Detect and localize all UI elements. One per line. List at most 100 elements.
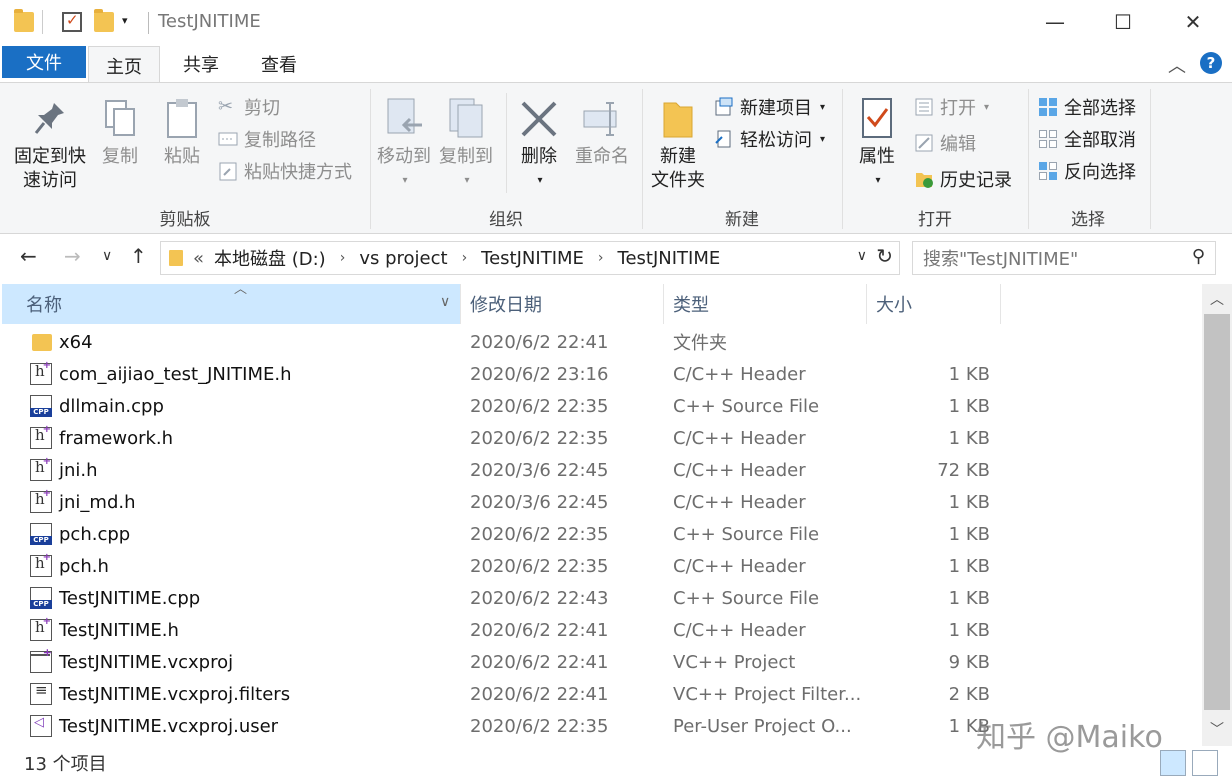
pin-to-quick-access-button[interactable]: 固定到快 速访问 <box>10 97 90 193</box>
select-none-icon <box>1038 129 1058 149</box>
copy-to-chevron-down-icon: ▾ <box>464 175 470 186</box>
paste-button[interactable]: 粘贴 <box>158 97 206 169</box>
breadcrumb-drive[interactable]: 本地磁盘 (D:) <box>214 245 326 271</box>
new-item-icon <box>714 97 734 117</box>
file-row[interactable]: x64 2020/6/2 22:41 文件夹 <box>0 326 1202 358</box>
breadcrumb-vs-project[interactable]: vs project <box>359 248 447 269</box>
file-row[interactable]: com_aijiao_test_JNITIME.h 2020/6/2 23:16 C… <box>0 358 1202 390</box>
copy-label: 复制 <box>102 146 138 167</box>
cut-button[interactable]: ✂ 剪切 <box>218 93 280 121</box>
breadcrumb-testjnitime-current[interactable]: TestJNITIME <box>618 248 721 269</box>
column-header-type[interactable]: 类型 <box>663 284 866 324</box>
invert-selection-icon <box>1038 161 1058 181</box>
search-input[interactable]: 搜索"TestJNITIME" ⚲ <box>912 241 1216 275</box>
easy-access-button[interactable]: 轻松访问 ▾ <box>714 125 825 153</box>
tab-home[interactable]: 主页 <box>88 46 160 84</box>
scroll-up-chevron-icon[interactable]: ︿ <box>1202 284 1232 314</box>
properties-chevron-down-icon: ▾ <box>875 175 881 186</box>
maximize-button[interactable]: ☐ <box>1088 0 1158 44</box>
collapse-ribbon-chevron-up-icon[interactable]: ︿ <box>1168 52 1186 78</box>
file-name: dllmain.cpp <box>59 395 164 417</box>
properties-quick-icon[interactable] <box>62 11 82 32</box>
refresh-icon[interactable]: ↻ <box>876 244 893 268</box>
copy-button[interactable]: 复制 <box>96 97 144 169</box>
file-type: VC++ Project <box>673 651 796 673</box>
file-row[interactable]: framework.h 2020/6/2 22:35 C/C++ Header 1 K… <box>0 422 1202 454</box>
file-name: TestJNITIME.cpp <box>59 587 201 609</box>
scroll-down-chevron-icon[interactable]: ﹀ <box>1202 714 1232 744</box>
file-row[interactable]: pch.cpp 2020/6/2 22:35 C++ Source File 1 KB <box>0 518 1202 550</box>
easy-access-icon <box>714 129 734 149</box>
rename-button[interactable]: 重命名 <box>572 97 632 169</box>
open-button[interactable]: 打开 ▾ <box>914 93 989 121</box>
breadcrumb-separator-icon[interactable]: › <box>462 250 468 266</box>
select-all-button[interactable]: 全部选择 <box>1038 93 1136 121</box>
back-arrow-icon[interactable]: ← <box>20 244 37 268</box>
new-folder-label-line1: 新建 <box>660 146 696 167</box>
file-date: 2020/6/2 23:16 <box>470 363 609 385</box>
column-header-name[interactable]: 名称 ︿ ∨ <box>2 282 460 324</box>
new-folder-button[interactable]: 新建 文件夹 <box>648 97 708 193</box>
address-bar[interactable]: « 本地磁盘 (D:) › vs project › TestJNITIME ›… <box>160 241 900 275</box>
tab-file[interactable]: 文件 <box>2 46 86 78</box>
edit-button[interactable]: 编辑 <box>914 129 976 157</box>
file-row[interactable]: jni.h 2020/3/6 22:45 C/C++ Header 72 KB <box>0 454 1202 486</box>
file-row[interactable]: pch.h 2020/6/2 22:35 C/C++ Header 1 KB <box>0 550 1202 582</box>
up-arrow-icon[interactable]: ↑ <box>130 244 147 268</box>
move-to-button[interactable]: 移动到 ▾ <box>374 97 434 193</box>
file-name: framework.h <box>59 427 174 449</box>
delete-button[interactable]: 删除 ▾ <box>514 97 564 193</box>
large-icons-view-icon[interactable] <box>1192 750 1218 776</box>
breadcrumb-testjnitime-parent[interactable]: TestJNITIME <box>481 248 584 269</box>
invert-selection-label: 反向选择 <box>1064 162 1136 183</box>
column-divider[interactable] <box>1000 284 1001 324</box>
properties-checklist-icon <box>857 97 897 141</box>
filters-file-icon <box>30 681 52 705</box>
file-list: x64 2020/6/2 22:41 文件夹 com_aijiao_test_JNIT… <box>0 326 1202 742</box>
breadcrumb-separator-icon[interactable]: › <box>598 250 604 266</box>
edit-pencil-icon <box>914 133 934 153</box>
file-row[interactable]: dllmain.cpp 2020/6/2 22:35 C++ Source File… <box>0 390 1202 422</box>
file-row[interactable]: jni_md.h 2020/3/6 22:45 C/C++ Header 1 KB <box>0 486 1202 518</box>
file-size: 1 KB <box>948 523 990 545</box>
organize-group-label: 组织 <box>489 210 523 230</box>
close-button[interactable]: ✕ <box>1158 0 1228 44</box>
help-icon[interactable]: ? <box>1200 52 1222 74</box>
select-none-button[interactable]: 全部取消 <box>1038 125 1136 153</box>
vertical-scrollbar[interactable]: ︿ ﹀ <box>1202 284 1232 746</box>
copy-path-label: 复制路径 <box>244 130 316 151</box>
copy-path-button[interactable]: 复制路径 <box>218 125 316 153</box>
column-header-date[interactable]: 修改日期 <box>460 284 663 324</box>
breadcrumb-overflow[interactable]: « <box>193 248 204 269</box>
details-view-icon[interactable] <box>1160 750 1186 776</box>
new-item-button[interactable]: 新建项目 ▾ <box>714 93 825 121</box>
file-row[interactable]: TestJNITIME.cpp 2020/6/2 22:43 C++ Source … <box>0 582 1202 614</box>
copy-to-button[interactable]: 复制到 ▾ <box>436 97 496 193</box>
invert-selection-button[interactable]: 反向选择 <box>1038 157 1136 185</box>
file-date: 2020/6/2 22:43 <box>470 587 609 609</box>
tab-view[interactable]: 查看 <box>244 46 314 82</box>
tab-share[interactable]: 共享 <box>166 46 236 82</box>
customize-toolbar-chevron-down-icon[interactable]: ▾ <box>122 14 128 27</box>
folder-icon[interactable] <box>14 9 34 32</box>
properties-button[interactable]: 属性 ▾ <box>852 97 902 193</box>
file-date: 2020/6/2 22:35 <box>470 427 609 449</box>
paste-shortcut-button[interactable]: 粘贴快捷方式 <box>218 157 352 185</box>
forward-arrow-icon[interactable]: → <box>64 244 81 268</box>
new-folder-quick-icon[interactable] <box>94 9 114 32</box>
column-header-size[interactable]: 大小 <box>866 284 1000 324</box>
history-button[interactable]: 历史记录 <box>914 165 1012 193</box>
folder-icon <box>32 334 52 351</box>
file-row[interactable]: TestJNITIME.vcxproj 2020/6/2 22:41 VC++ Pr… <box>0 646 1202 678</box>
column-filter-chevron-down-icon[interactable]: ∨ <box>440 294 450 310</box>
file-row[interactable]: TestJNITIME.h 2020/6/2 22:41 C/C++ Header 1… <box>0 614 1202 646</box>
breadcrumb-separator-icon[interactable]: › <box>340 250 346 266</box>
minimize-button[interactable]: — <box>1020 0 1090 44</box>
header-file-icon <box>30 488 52 513</box>
address-history-chevron-down-icon[interactable]: ∨ <box>857 248 867 264</box>
scrollbar-thumb[interactable] <box>1204 314 1230 710</box>
recent-locations-chevron-down-icon[interactable]: ∨ <box>102 248 112 264</box>
search-icon[interactable]: ⚲ <box>1192 246 1205 267</box>
file-row[interactable]: TestJNITIME.vcxproj.filters 2020/6/2 22:4… <box>0 678 1202 710</box>
group-divider <box>1150 89 1151 229</box>
